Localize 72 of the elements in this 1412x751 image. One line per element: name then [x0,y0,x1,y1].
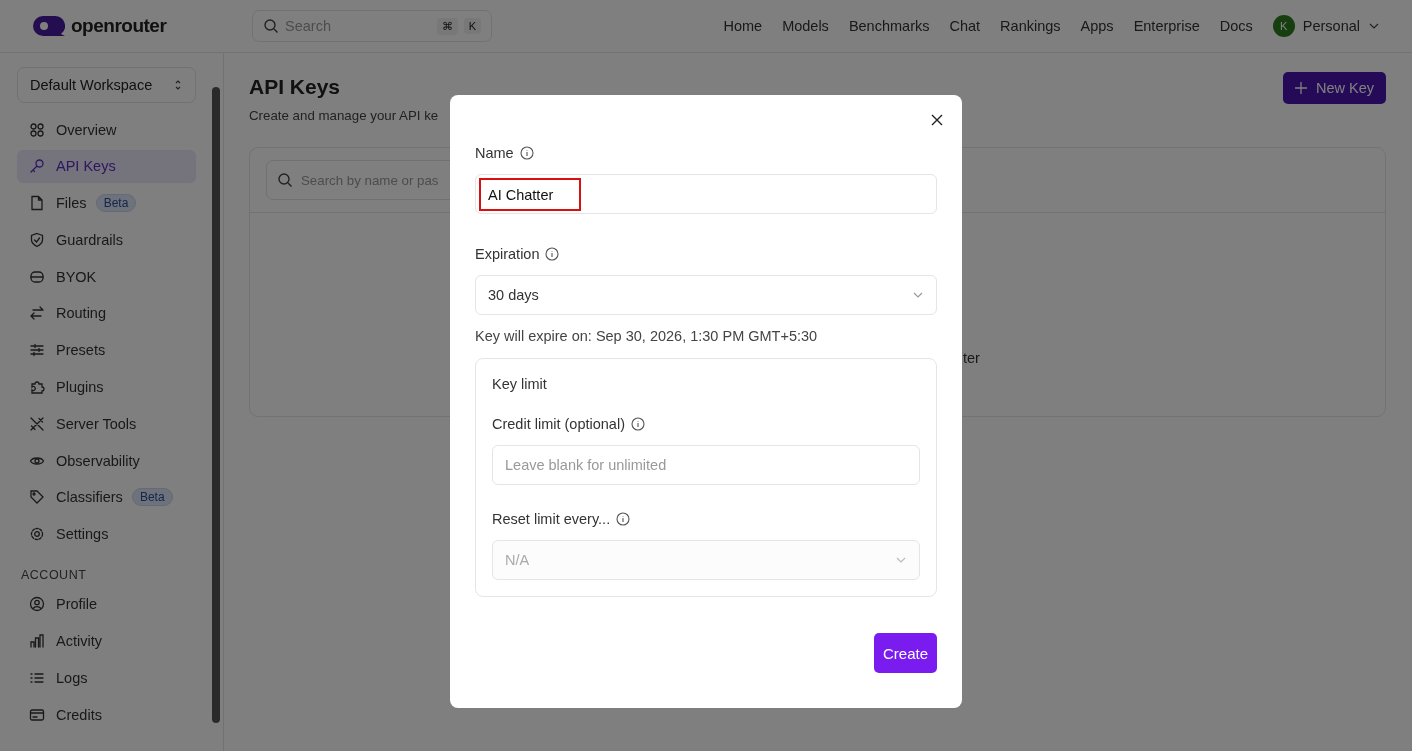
user-circle-icon [29,596,45,613]
info-icon[interactable] [519,146,534,160]
sidebar-item[interactable]: Guardrails [17,223,196,257]
sidebar-item[interactable]: Activity [17,624,196,658]
tag-icon [29,489,45,506]
sidebar-item[interactable]: Files Beta [17,186,196,220]
name-field[interactable]: AI Chatter [475,174,937,214]
page-subtitle: Create and manage your API ke [249,108,439,123]
sliders-icon [29,342,45,359]
sidebar-item[interactable]: Classifiers Beta [17,480,196,514]
field-label: Credit limit (optional) [492,416,625,432]
nav-link[interactable]: Apps [1080,18,1114,34]
nav-link[interactable]: Benchmarks [848,18,930,34]
puzzle-icon [29,379,45,396]
settings-icon [29,526,45,543]
create-button[interactable]: Create [873,633,937,673]
sidebar-item[interactable]: Routing [17,297,196,330]
empty-state-text: ter [963,350,980,366]
sidebar-item[interactable]: Plugins [17,370,196,404]
field-label: Name [475,145,514,161]
nav-link[interactable]: Chat [949,18,981,34]
panel-title: Key limit [492,376,548,392]
shield-icon [29,231,45,248]
expiry-note: Key will expire on: Sep 30, 2026, 1:30 PM GMT+5:30 [475,328,819,344]
swap-arrows-icon [29,305,45,322]
shortcut-key: ⌘ [436,17,458,35]
avatar[interactable]: K [1272,15,1295,37]
info-icon[interactable] [545,247,560,261]
field-label: Reset limit every... [492,511,611,527]
logo-icon[interactable] [33,16,65,36]
brand-name[interactable]: openrouter [71,15,167,37]
nav-link[interactable]: Models [782,18,829,34]
beta-badge: Beta [131,488,173,507]
card-icon [29,706,45,723]
sidebar-item[interactable]: Server Tools [17,407,196,441]
sidebar-item[interactable]: Presets [17,333,196,367]
sidebar-item[interactable]: Settings [17,517,196,551]
workspace-selector[interactable]: Default Workspace [17,67,196,103]
nav-link[interactable]: Home [723,18,763,34]
info-icon[interactable] [630,417,645,431]
nav-link[interactable]: Docs [1219,18,1253,34]
sidebar-item[interactable]: Overview [17,113,196,146]
section-heading: ACCOUNT [21,567,88,582]
beta-badge: Beta [95,194,137,213]
up-down-icon [173,78,183,92]
search-icon [277,172,293,188]
tools-icon [29,415,45,432]
shortcut-key: K [463,18,481,34]
plus-icon [1294,82,1307,94]
key-icon [29,158,45,175]
sidebar-item[interactable]: Logs [17,661,196,695]
sidebar-item[interactable]: Observability [17,444,196,478]
search-icon [263,18,279,34]
info-icon[interactable] [616,512,631,526]
page-title: API Keys [249,75,342,99]
nav-link[interactable]: Rankings [1000,18,1061,34]
sidebar-item[interactable]: Credits [17,698,196,732]
close-icon[interactable] [931,114,943,126]
scrollbar[interactable] [212,87,220,723]
database-icon [29,268,45,285]
sidebar-item[interactable]: BYOK [17,260,196,294]
sidebar-item[interactable]: Profile [17,587,196,621]
new-key-button[interactable]: New Key [1282,72,1386,104]
file-icon [29,195,45,212]
sidebar-item[interactable]: API Keys [17,149,196,183]
credit-limit-field[interactable]: Leave blank for unlimited [492,445,920,485]
bar-chart-icon [29,633,45,650]
nav-link[interactable]: Enterprise [1133,18,1200,34]
grid-icon [29,121,45,138]
account-name[interactable]: Personal [1302,18,1360,34]
expiration-select[interactable]: 30 days [475,275,937,315]
field-label: Expiration [475,246,540,262]
